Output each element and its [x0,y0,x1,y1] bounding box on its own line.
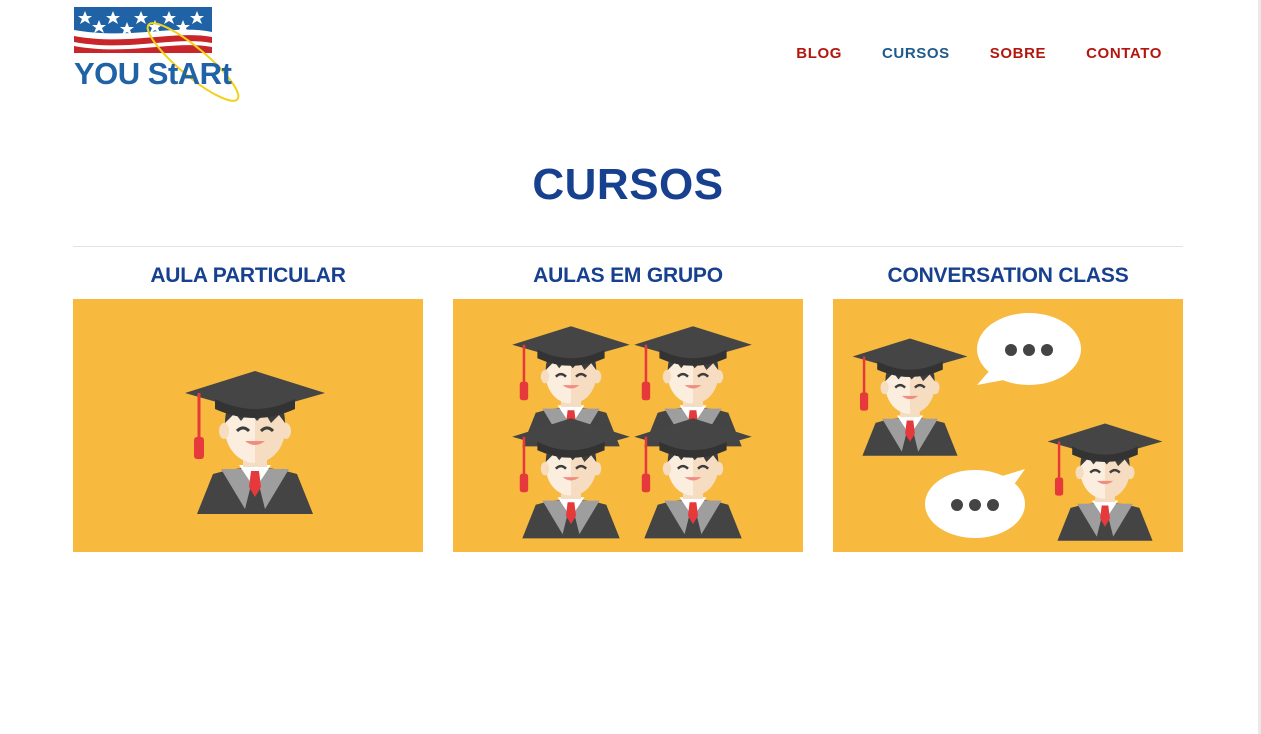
brand-logo[interactable]: YOU StARt [73,6,243,104]
nav-link-blog[interactable]: BLOG [796,44,842,64]
course-title[interactable]: AULA PARTICULAR [73,262,423,299]
course-title[interactable]: CONVERSATION CLASS [833,262,1183,299]
speech-bubble-icon [925,469,1025,538]
nav-link-contato[interactable]: CONTATO [1086,44,1162,64]
main-nav: BLOG CURSOS SOBRE CONTATO [796,44,1162,64]
page-title: CURSOS [532,160,724,209]
logo-text: YOU StARt [74,56,232,91]
speech-bubble-icon [977,313,1081,385]
course-title[interactable]: AULAS EM GRUPO [453,262,803,299]
nav-link-cursos[interactable]: CURSOS [882,44,950,64]
course-card-conversation-class[interactable]: CONVERSATION CLASS [833,262,1183,552]
course-list: AULA PARTICULAR AULAS EM GRUPO CONVERSAT… [73,262,1183,552]
course-card-aula-particular[interactable]: AULA PARTICULAR [73,262,423,552]
graduates-conversation-illustration[interactable] [833,299,1183,552]
section-divider [73,246,1183,247]
course-card-aulas-em-grupo[interactable]: AULAS EM GRUPO [453,262,803,552]
nav-link-sobre[interactable]: SOBRE [990,44,1046,64]
single-graduate-illustration[interactable] [73,299,423,552]
logo-flag-icon: YOU StARt [74,7,240,102]
group-of-graduates-illustration[interactable] [453,299,803,552]
